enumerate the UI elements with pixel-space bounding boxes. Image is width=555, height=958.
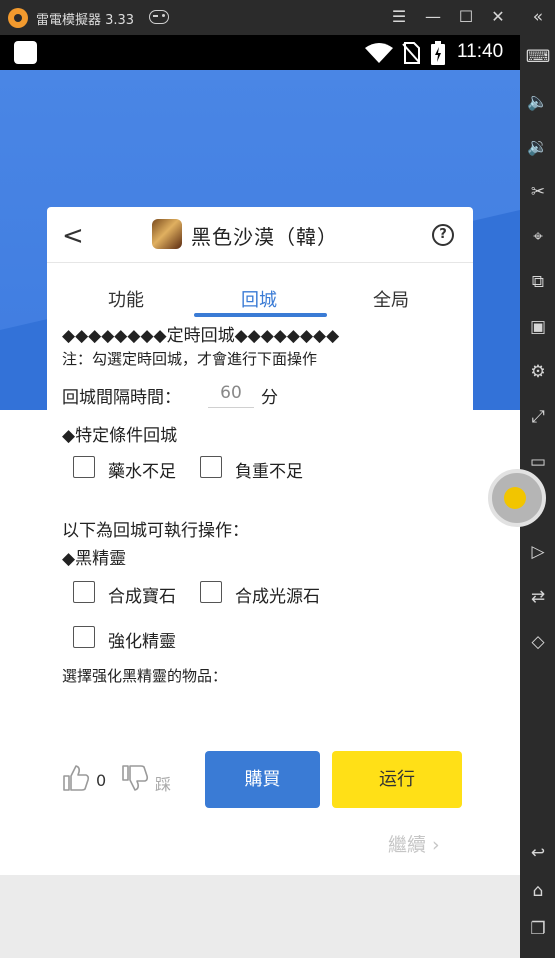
- home-nav-icon[interactable]: ⌂: [525, 878, 551, 904]
- help-icon[interactable]: ?: [432, 224, 454, 246]
- label-enhance-spirit: 強化精靈: [108, 632, 176, 652]
- wifi-icon: [365, 43, 393, 63]
- thumbs-up-icon[interactable]: [62, 764, 90, 792]
- gamepad-icon[interactable]: [149, 10, 169, 24]
- multi-window-icon[interactable]: ⧉: [525, 269, 551, 295]
- spirit-title: ◆黑精靈: [62, 549, 127, 569]
- emulator-titlebar: 雷電模擬器 3.33 ☰ — ☐ ✕: [0, 0, 555, 35]
- settings-icon[interactable]: ⚙: [525, 359, 551, 385]
- minimize-button[interactable]: —: [421, 5, 445, 29]
- header-divider: [47, 262, 473, 263]
- label-potion-low: 藥水不足: [108, 462, 176, 482]
- close-button[interactable]: ✕: [486, 5, 510, 29]
- tab-global[interactable]: 全局: [373, 286, 409, 312]
- checkbox-potion-low[interactable]: [73, 456, 95, 478]
- run-button[interactable]: 运行: [332, 751, 462, 808]
- thumbs-down-icon[interactable]: [121, 764, 149, 792]
- dislike-label: 踩: [155, 775, 172, 794]
- label-craft-gem: 合成寶石: [108, 587, 176, 607]
- continue-button[interactable]: 繼續 ›: [388, 830, 440, 857]
- apk-install-icon[interactable]: ▣: [525, 314, 551, 340]
- play-icon[interactable]: ▷: [525, 539, 551, 565]
- location-icon[interactable]: ⌖: [525, 224, 551, 250]
- fullscreen-icon[interactable]: ⤢: [525, 404, 551, 430]
- section-title-timed-return: ◆◆◆◆◆◆◆◆定時回城◆◆◆◆◆◆◆◆: [62, 326, 340, 346]
- game-icon: [152, 219, 182, 249]
- label-craft-lightstone: 合成光源石: [235, 587, 320, 607]
- menu-button[interactable]: ☰: [387, 5, 411, 29]
- checkbox-weight-low[interactable]: [200, 456, 222, 478]
- buy-button[interactable]: 購買: [205, 751, 320, 808]
- app-logo-icon: [8, 8, 28, 28]
- interval-unit: 分: [261, 388, 278, 408]
- no-sim-icon: [402, 42, 420, 64]
- keyboard-icon[interactable]: ⌨: [525, 44, 551, 70]
- tab-return-town[interactable]: 回城: [241, 286, 277, 312]
- interval-input[interactable]: [208, 378, 254, 408]
- checkbox-craft-gem[interactable]: [73, 581, 95, 603]
- volume-down-icon[interactable]: 🔉: [525, 134, 551, 160]
- scissors-icon[interactable]: ✂: [525, 179, 551, 205]
- battery-charging-icon: [431, 41, 445, 65]
- volume-up-icon[interactable]: 🔈: [525, 89, 551, 115]
- app-title: 雷電模擬器 3.33: [36, 13, 135, 28]
- like-count: 0: [96, 771, 107, 790]
- interval-label: 回城間隔時間：: [62, 388, 181, 408]
- footer-bar: [0, 875, 520, 958]
- actions-title: 以下為回城可執行操作：: [62, 521, 249, 541]
- floating-assistant-button[interactable]: [488, 469, 546, 527]
- back-arrow-icon[interactable]: <: [62, 222, 84, 250]
- condition-title: ◆特定條件回城: [62, 426, 178, 446]
- status-clock: 11:40: [457, 41, 504, 62]
- sync-icon[interactable]: ⇄: [525, 584, 551, 610]
- collapse-icon[interactable]: «: [525, 4, 551, 30]
- note-text: 注：勾選定時回城，才會進行下面操作: [62, 350, 318, 368]
- enhance-items-label: 選擇强化黑精靈的物品：: [62, 667, 228, 685]
- label-weight-low: 負重不足: [235, 462, 303, 482]
- back-nav-icon[interactable]: ↩: [525, 840, 551, 866]
- notification-app-icon: [14, 41, 37, 64]
- tab-function[interactable]: 功能: [108, 286, 144, 312]
- checkbox-craft-lightstone[interactable]: [200, 581, 222, 603]
- maximize-button[interactable]: ☐: [454, 5, 478, 29]
- recents-nav-icon[interactable]: ❐: [525, 916, 551, 942]
- rotate-icon[interactable]: ◇: [525, 629, 551, 655]
- game-title: 黑色沙漠（韓）: [191, 225, 338, 249]
- active-tab-indicator: [194, 313, 327, 317]
- checkbox-enhance-spirit[interactable]: [73, 626, 95, 648]
